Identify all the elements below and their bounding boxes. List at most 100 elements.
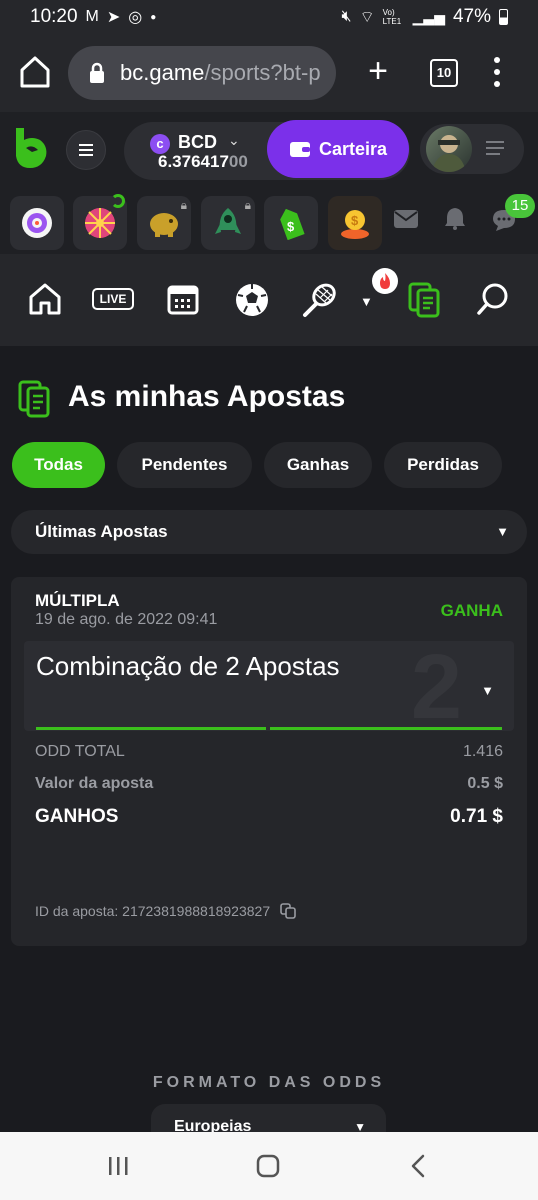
bet-id-row: ID da aposta: 217238198881892382​7	[35, 903, 296, 919]
my-bets-title-icon	[18, 380, 50, 418]
selection-bar-1	[36, 727, 266, 730]
odd-total-value: 1.416	[462, 743, 503, 760]
price-tag-icon: $	[280, 208, 305, 240]
calendar-icon[interactable]	[166, 282, 200, 316]
wallet-icon	[289, 142, 310, 157]
rocket-game-button[interactable]: 🔒︎	[201, 196, 255, 250]
stake-label: Valor da aposta	[35, 775, 154, 792]
winnings-row: GANHOS 0.71 $	[35, 806, 503, 828]
coin-stack-icon: $	[341, 210, 369, 239]
target-game-button[interactable]	[10, 196, 64, 250]
loading-ring-icon	[111, 194, 125, 208]
recent-apps-icon[interactable]	[107, 1156, 129, 1176]
tab-count-button[interactable]: 10	[430, 59, 458, 87]
chevron-down-icon: ⌄	[228, 132, 240, 148]
wheel-icon	[85, 208, 115, 238]
games-shortcut-bar: 🔒︎ 🔒︎ $ $ 15	[0, 190, 538, 254]
signal-icon: ▁▃▅	[412, 8, 445, 25]
avatar[interactable]	[426, 126, 472, 172]
odds-format-value: Europeias	[174, 1118, 252, 1132]
lock-icon: 🔒︎	[244, 198, 251, 212]
bet-date: 19 de ago. de 2022 09:41	[35, 611, 218, 628]
live-button[interactable]: LIVE	[92, 288, 134, 310]
sidebar-menu-button[interactable]	[66, 130, 106, 170]
home-icon[interactable]	[28, 282, 62, 316]
piggy-game-button[interactable]: 🔒︎	[137, 196, 191, 250]
user-menu[interactable]	[420, 124, 524, 174]
svg-text:$: $	[351, 213, 359, 228]
home-icon[interactable]	[18, 52, 52, 92]
filter-perdidas[interactable]: Perdidas	[384, 442, 502, 488]
wallet-button[interactable]: Carteira	[267, 120, 409, 178]
selection-bar-2	[270, 727, 502, 730]
combo-label: Combinação de 2 Apostas	[36, 651, 340, 681]
coin-game-button[interactable]: $	[328, 196, 382, 250]
home-button-icon[interactable]	[256, 1154, 280, 1178]
mute-icon: 🔇︎	[341, 8, 352, 25]
browser-toolbar: bc.game/sports?bt-p + 10	[0, 34, 538, 112]
back-icon[interactable]	[410, 1154, 426, 1178]
battery-level: 47%	[452, 6, 491, 27]
gmail-icon: M	[85, 8, 99, 25]
search-icon[interactable]	[476, 282, 510, 316]
caret-down-icon: ▼	[481, 683, 494, 698]
bet-card: MÚLTIPLA 19 de ago. de 2022 09:41 GANHA …	[11, 577, 527, 946]
network-label: Vo) LTE1	[382, 8, 402, 26]
caret-down-icon[interactable]: ▼	[360, 294, 373, 309]
whatsapp-icon: ◎	[128, 9, 143, 26]
period-select[interactable]: Últimas Apostas ▼	[11, 510, 527, 554]
more-options-icon[interactable]	[492, 56, 502, 88]
odd-total-row: ODD TOTAL 1.416	[35, 743, 503, 761]
bet-id: ID da aposta: 217238198881892382​7	[35, 903, 271, 919]
caret-down-icon: ▼	[496, 524, 509, 539]
filter-pendentes[interactable]: Pendentes	[117, 442, 252, 488]
stake-row: Valor da aposta 0.5 $	[35, 775, 503, 793]
odds-format-select[interactable]: Europeias ▼	[151, 1104, 386, 1132]
battery-icon	[499, 9, 508, 25]
status-bar: 10:20 M ➤ ◎ ● 🔇︎ ⌔ Vo) LTE1 ▁▃▅ 47%	[0, 0, 538, 34]
winnings-value: 0.71 $	[450, 806, 503, 827]
filter-ganhas[interactable]: Ganhas	[264, 442, 372, 488]
list-icon	[486, 141, 504, 155]
piggy-bank-icon	[150, 213, 178, 237]
target-icon	[22, 208, 52, 238]
copy-icon[interactable]	[280, 903, 296, 919]
menu-icon	[79, 144, 93, 156]
stake-value: 0.5 $	[467, 775, 503, 792]
soccer-ball-icon[interactable]	[234, 282, 270, 318]
currency-name: BCD	[178, 132, 217, 152]
new-tab-icon[interactable]: +	[364, 54, 392, 88]
bc-logo-icon[interactable]	[12, 126, 50, 170]
hot-badge	[372, 268, 398, 294]
lock-icon: 🔒︎	[180, 198, 187, 212]
tennis-racket-icon[interactable]	[302, 282, 338, 318]
bcd-coin-icon: c	[150, 134, 170, 154]
svg-text:$: $	[287, 219, 295, 234]
rocket-icon	[215, 208, 241, 234]
my-bets-icon[interactable]	[408, 282, 440, 318]
mail-icon[interactable]	[394, 210, 418, 228]
bet-status: GANHA	[440, 601, 503, 620]
balance: 6.37641700	[158, 152, 248, 171]
clock: 10:20	[30, 6, 78, 27]
odd-total-label: ODD TOTAL	[35, 743, 125, 760]
odds-format-title: FORMATO DAS ODDS	[152, 1074, 386, 1091]
combo-accordion[interactable]: 2 Combinação de 2 Apostas ▼	[24, 641, 514, 731]
page-title: As minhas Apostas	[68, 380, 346, 413]
url-bar[interactable]: bc.game/sports?bt-p	[68, 46, 336, 100]
lock-icon	[90, 62, 104, 83]
combo-count: 2	[410, 641, 462, 731]
wifi-icon: ⌔	[359, 9, 375, 26]
wheel-game-button[interactable]	[73, 194, 127, 250]
bet-type: MÚLTIPLA	[35, 591, 120, 610]
chat-badge: 15	[505, 194, 535, 218]
filter-todas[interactable]: Todas	[12, 442, 105, 488]
telegram-icon: ➤	[106, 9, 121, 26]
system-nav-bar	[0, 1132, 538, 1200]
bell-icon[interactable]	[444, 206, 466, 230]
wallet-button-label: Carteira	[318, 138, 388, 159]
fire-icon	[380, 273, 390, 289]
tag-game-button[interactable]: $	[264, 196, 318, 250]
sports-nav: LIVE ▼	[0, 254, 538, 346]
url-text: bc.game/sports?bt-p	[120, 60, 321, 85]
